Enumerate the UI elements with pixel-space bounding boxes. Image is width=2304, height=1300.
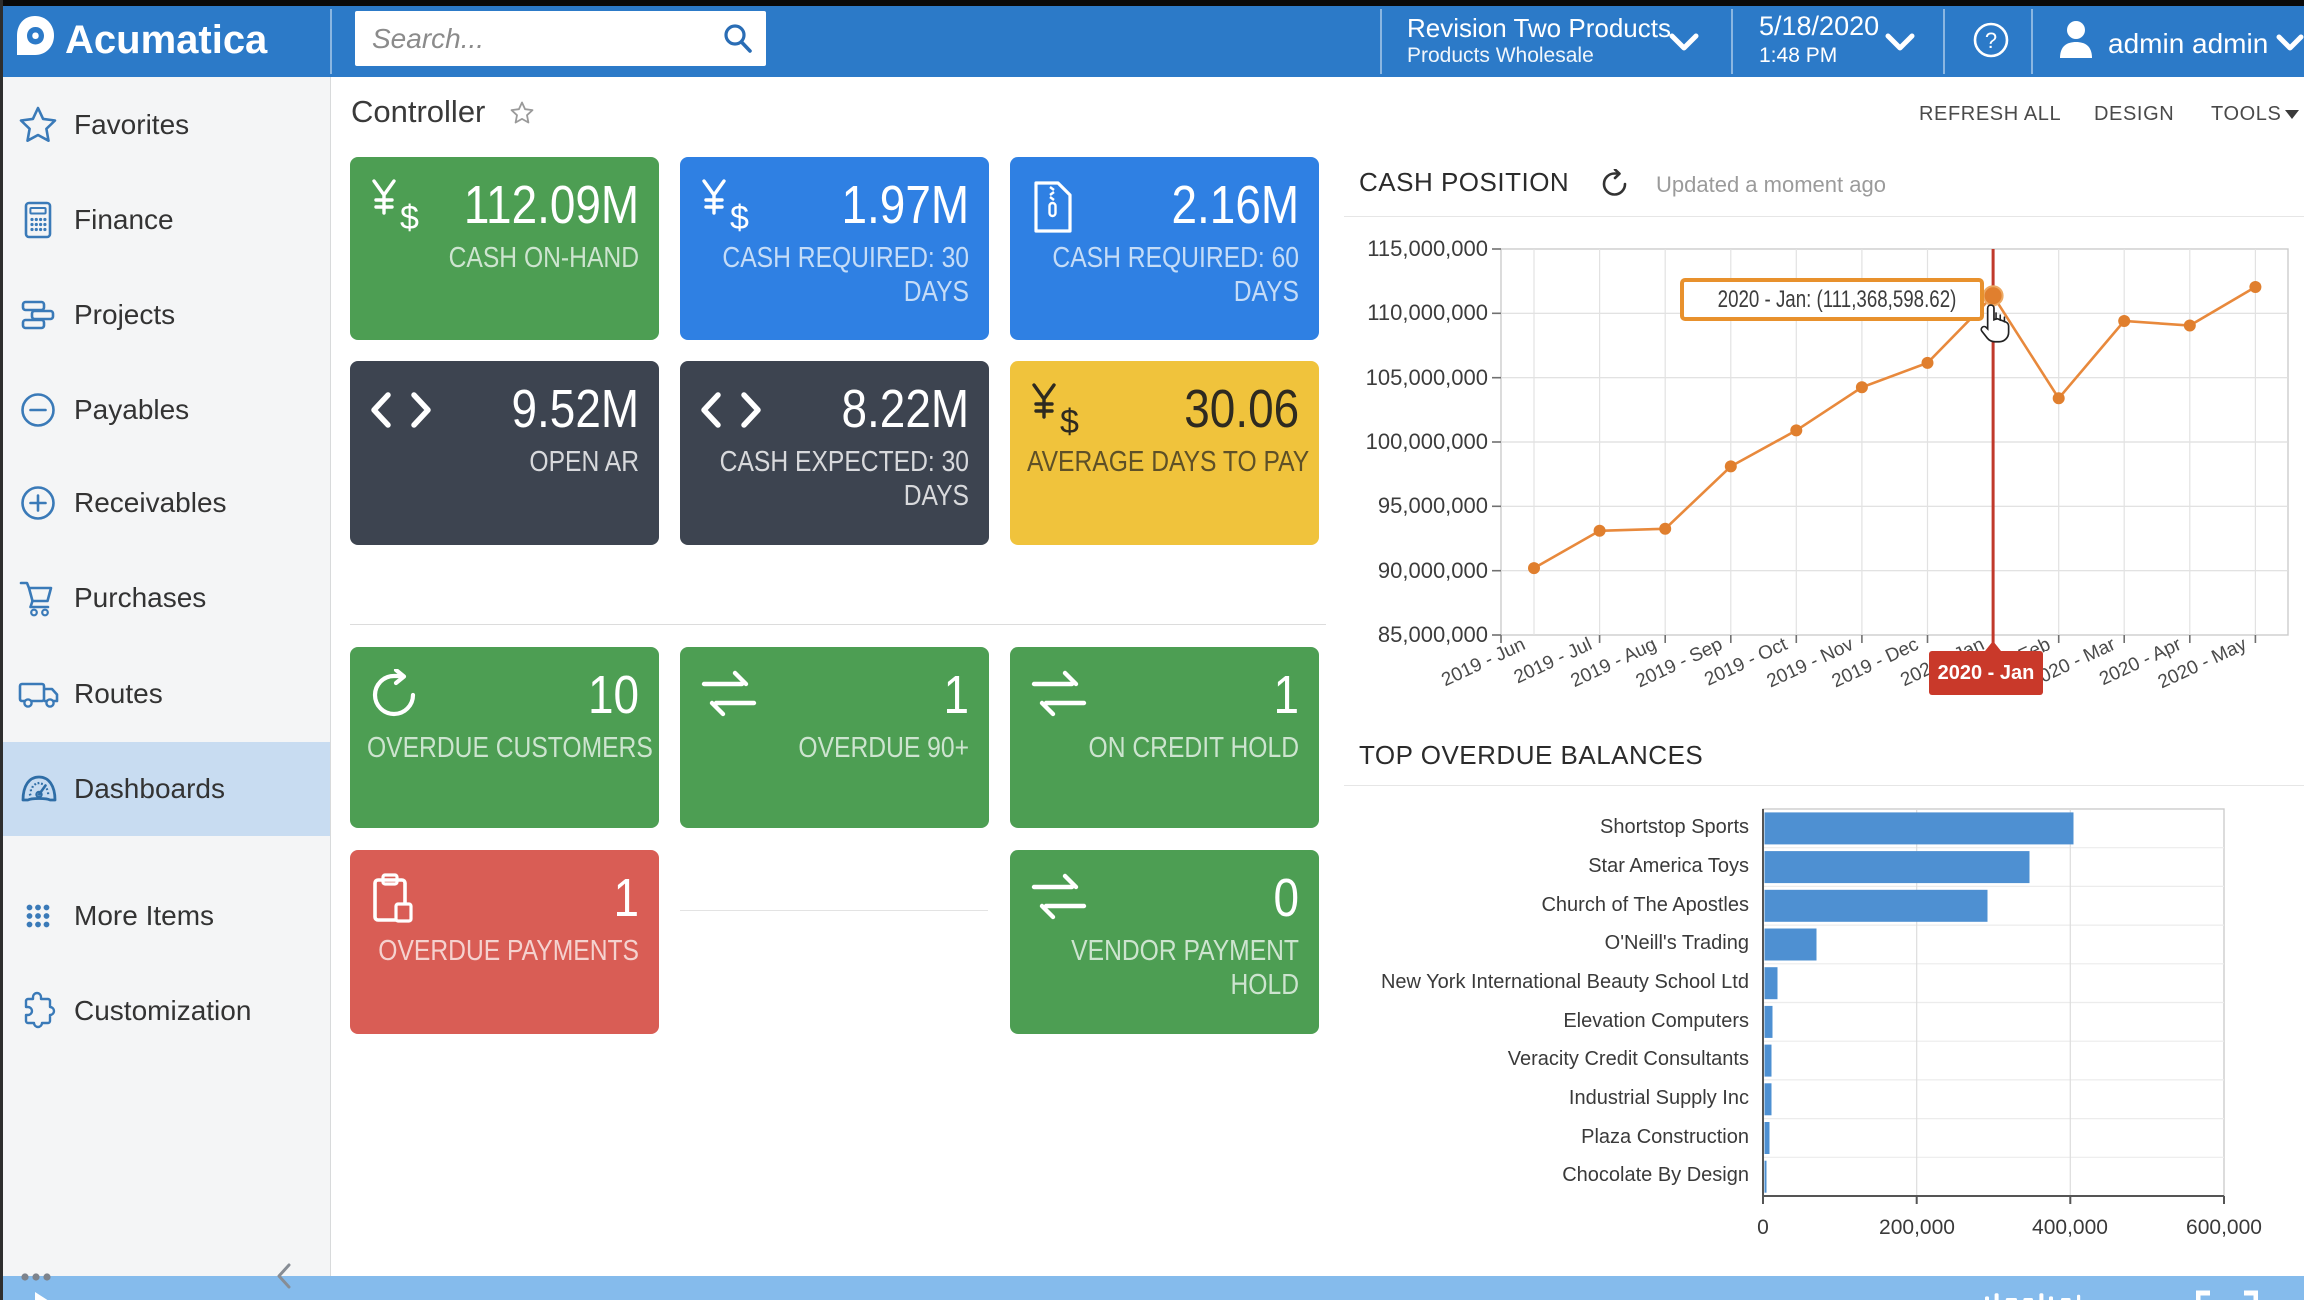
svg-text:$: $ (730, 199, 749, 235)
svg-text:$: $ (400, 199, 419, 235)
svg-text:$: $ (1060, 403, 1079, 439)
svg-text:?: ? (1985, 28, 1997, 53)
